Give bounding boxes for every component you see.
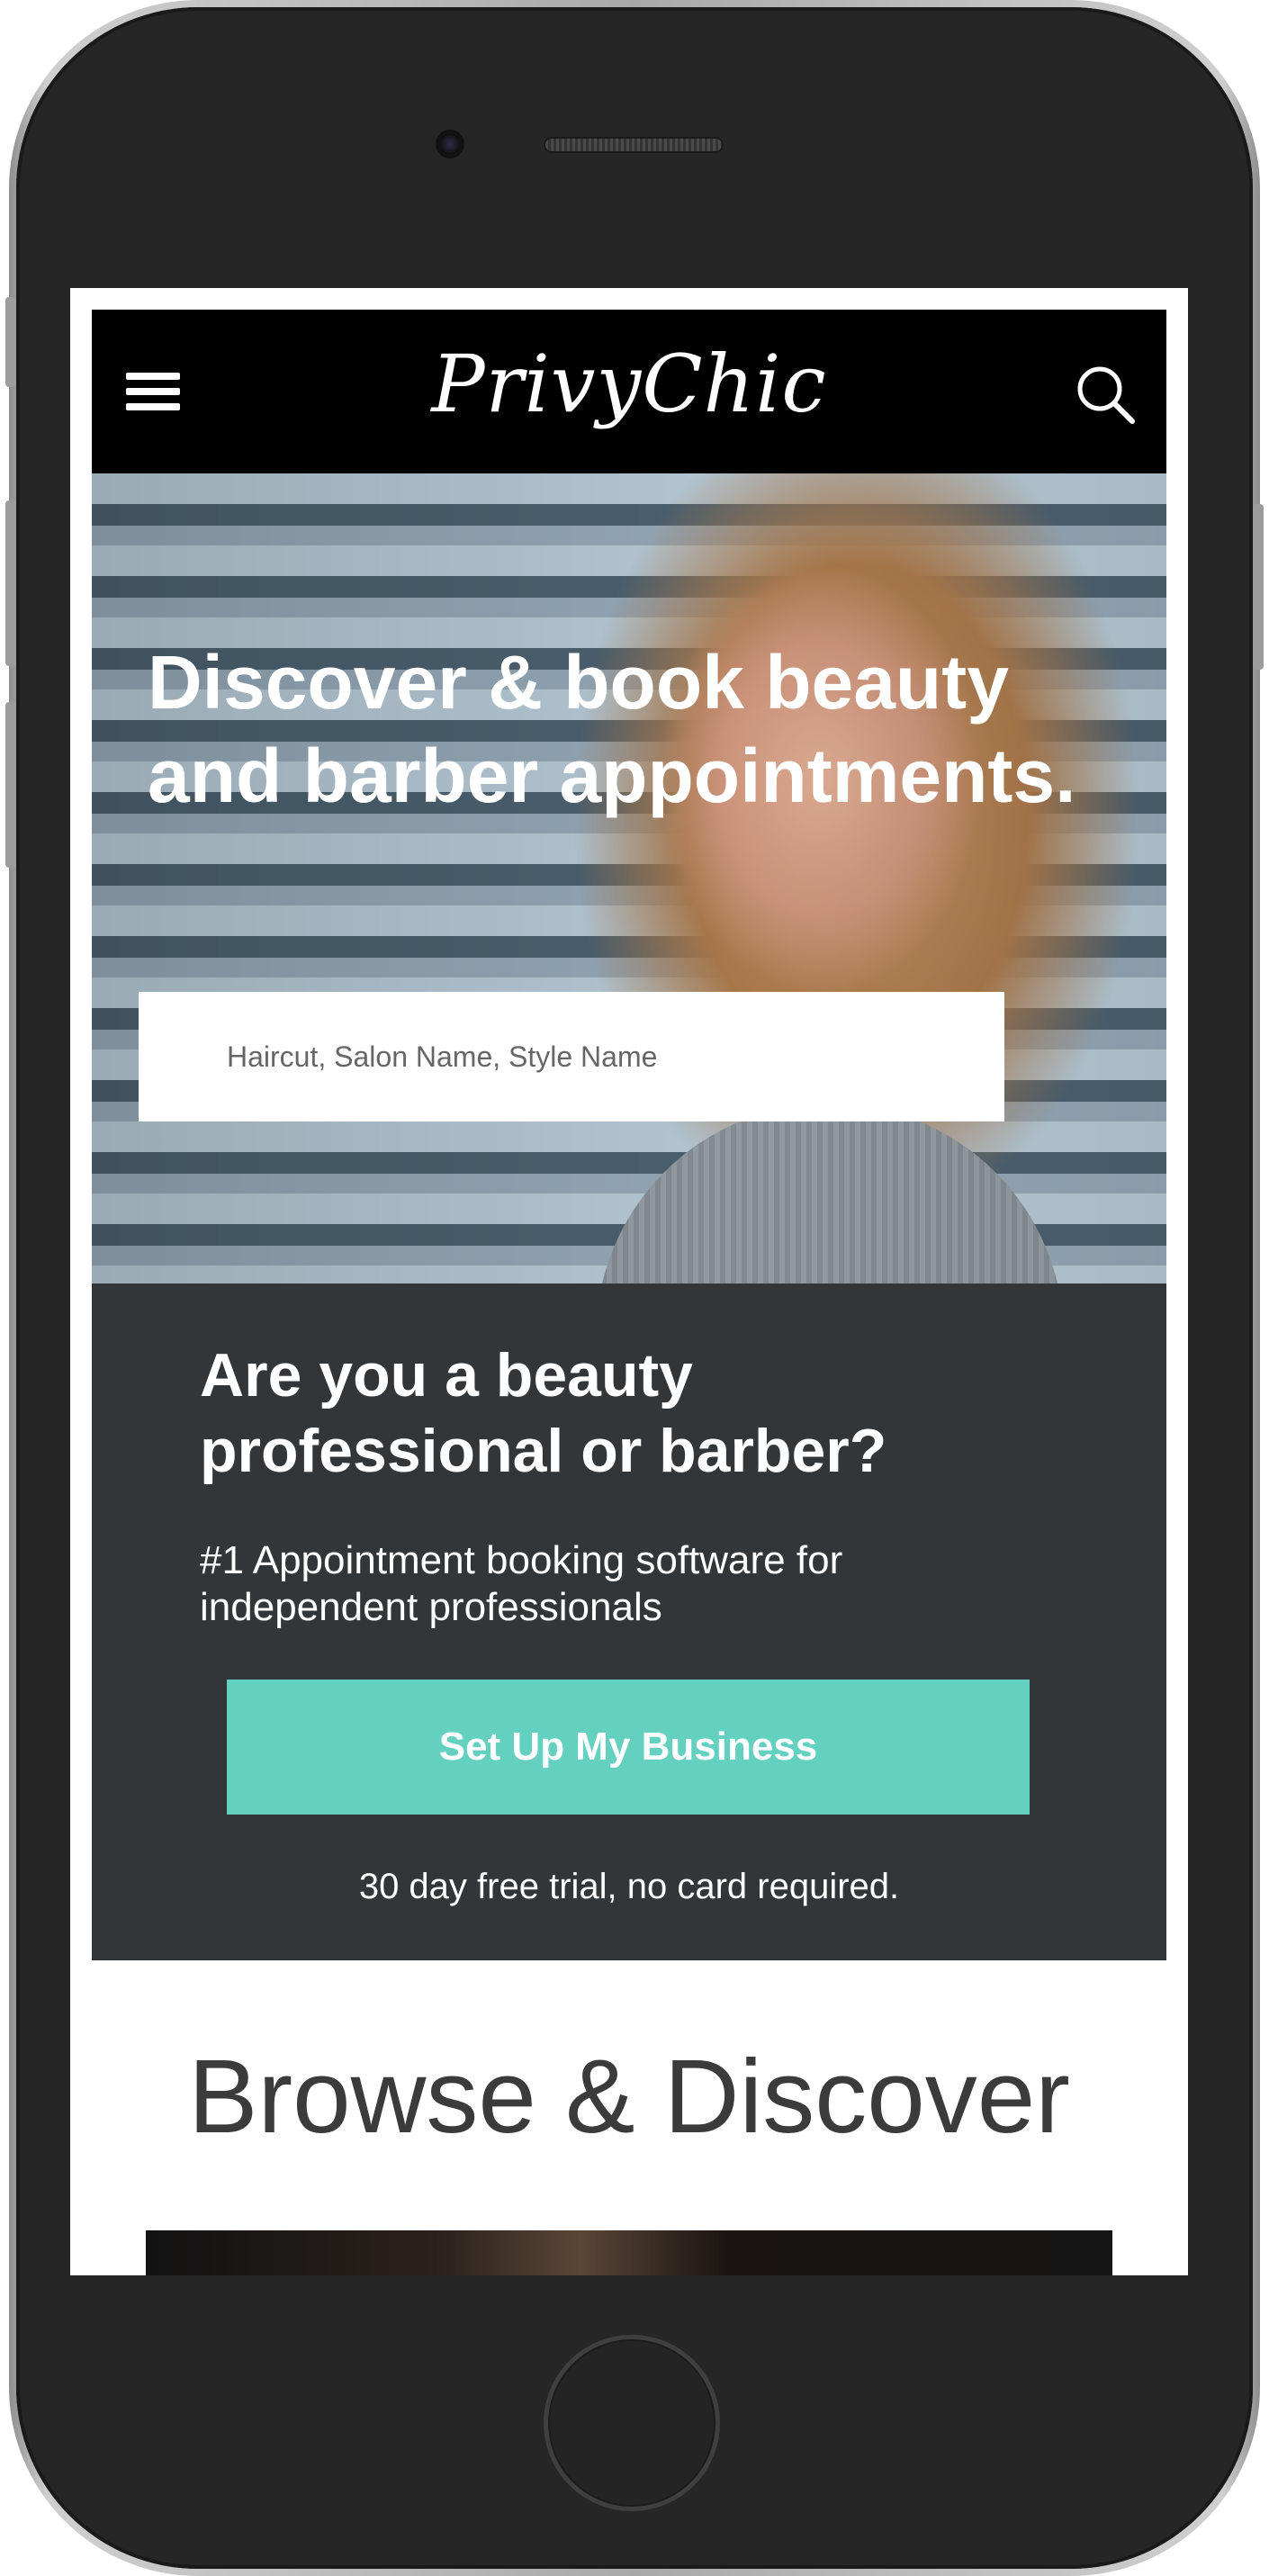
browse-section: Browse & Discover [92, 1960, 1166, 2275]
browse-title: Browse & Discover [188, 2038, 1070, 2155]
set-up-business-button[interactable]: Set Up My Business [227, 1680, 1030, 1815]
front-camera [436, 130, 464, 158]
home-button[interactable] [544, 2335, 720, 2511]
hero-overlay [92, 473, 1166, 1283]
phone-screen: PrivyChic Discover & book beauty and bar… [70, 288, 1188, 2275]
web-viewport: PrivyChic Discover & book beauty and bar… [92, 310, 1166, 2275]
pro-section: Are you a beauty professional or barber?… [92, 1283, 1166, 1960]
browse-card-image[interactable] [146, 2230, 1112, 2275]
hero-title: Discover & book beauty and barber appoin… [148, 640, 1076, 818]
search-icon[interactable] [1075, 364, 1136, 425]
mute-switch [5, 297, 16, 387]
pro-subheading: #1 Appointment booking software for inde… [200, 1538, 843, 1629]
site-header: PrivyChic [92, 310, 1166, 473]
earpiece-speaker [544, 137, 724, 153]
trial-note: 30 day free trial, no card required. [358, 1867, 900, 1906]
search-input[interactable] [139, 992, 1004, 1121]
hero-section: Discover & book beauty and barber appoin… [92, 473, 1166, 1283]
volume-up-button [5, 500, 16, 666]
pro-heading: Are you a beauty professional or barber? [200, 1341, 887, 1485]
site-logo[interactable]: PrivyChic [92, 335, 1166, 434]
power-button [1253, 504, 1264, 670]
volume-down-button [5, 702, 16, 868]
